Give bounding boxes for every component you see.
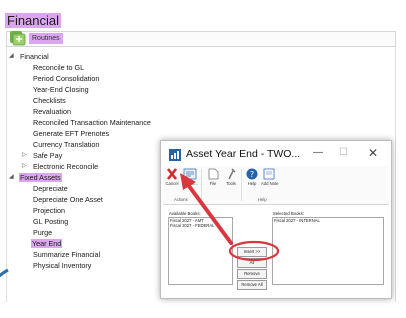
- dialog-titlebar[interactable]: Asset Year End - TWO... — ☐ ✕: [161, 141, 391, 166]
- tree-item-summarize-financial[interactable]: Summarize Financial: [33, 250, 100, 259]
- tree-item-year-end-closing[interactable]: Year-End Closing: [33, 85, 89, 94]
- file-menu-button[interactable]: File: [205, 168, 221, 186]
- selected-books-list[interactable]: Fiscal 2027 - INTERNAL: [272, 217, 384, 285]
- tree-item-purge[interactable]: Purge: [33, 228, 52, 237]
- tree-item-period-consolidation[interactable]: Period Consolidation: [33, 74, 99, 83]
- collapse-caret-icon[interactable]: ◢: [9, 173, 14, 182]
- close-button[interactable]: ✕: [368, 146, 378, 160]
- chart-app-icon: [169, 149, 181, 161]
- tree-item-electronic-reconcile[interactable]: Electronic Reconcile: [33, 162, 98, 171]
- insert-all-button[interactable]: All: [237, 258, 267, 268]
- tree-item-reconcile-to-gl[interactable]: Reconcile to GL: [33, 63, 84, 72]
- continue-label: Contin...: [182, 181, 198, 186]
- tools-menu-button[interactable]: Tools: [223, 168, 239, 186]
- ribbon-toolbar: Cancel Contin... File Tools ? Help Add N…: [163, 166, 389, 205]
- tree-item-checklists[interactable]: Checklists: [33, 96, 66, 105]
- dialog-title: Asset Year End - TWO...: [186, 148, 301, 160]
- tree-item-physical-inventory[interactable]: Physical Inventory: [33, 261, 91, 270]
- help-label: Help: [247, 181, 257, 186]
- help-question-icon: ?: [246, 168, 258, 180]
- tree-item-year-end[interactable]: Year End: [31, 239, 63, 248]
- continue-button[interactable]: Contin...: [182, 168, 198, 186]
- remove-button[interactable]: Remove: [237, 269, 267, 279]
- list-item[interactable]: Fiscal 2027 - FEDERAL: [169, 223, 232, 228]
- cancel-button[interactable]: Cancel: [164, 168, 180, 186]
- tree-item-gl-posting[interactable]: GL Posting: [33, 217, 68, 226]
- help-group-label: Help: [258, 197, 267, 202]
- tree-item-currency-translation[interactable]: Currency Translation: [33, 140, 99, 149]
- ribbon-divider: [201, 169, 202, 201]
- file-icon: [208, 168, 219, 180]
- selected-books-label: Selected Books:: [273, 211, 305, 216]
- available-books-label: Available Books:: [169, 211, 201, 216]
- continue-document-icon: [183, 168, 197, 180]
- routines-bar[interactable]: Routines: [6, 31, 396, 47]
- tree-item-depreciate-one-asset[interactable]: Depreciate One Asset: [33, 195, 103, 204]
- file-label: File: [209, 181, 217, 186]
- available-books-list[interactable]: Fiscal 2027 - AMT Fiscal 2027 - FEDERAL: [168, 217, 233, 285]
- insert-button[interactable]: Insert >>: [237, 247, 267, 257]
- tree-item-projection[interactable]: Projection: [33, 206, 65, 215]
- tree-item-generate-eft-prenotes[interactable]: Generate EFT Prenotes: [33, 129, 109, 138]
- expand-caret-icon[interactable]: ▷: [22, 151, 27, 160]
- minimize-button[interactable]: —: [313, 146, 323, 160]
- cancel-x-icon: [166, 168, 178, 180]
- collapse-caret-icon[interactable]: ◢: [9, 52, 14, 61]
- maximize-button[interactable]: ☐: [339, 146, 348, 160]
- tree-item-reconciled-transaction-maintenance[interactable]: Reconciled Transaction Maintenance: [33, 118, 151, 127]
- asset-year-end-dialog: Asset Year End - TWO... — ☐ ✕ Cancel Con…: [160, 140, 392, 299]
- tree-group-label: Fixed Assets: [19, 173, 62, 182]
- cancel-label: Cancel: [165, 181, 179, 186]
- tree-item-depreciate[interactable]: Depreciate: [33, 184, 68, 193]
- svg-text:?: ?: [250, 170, 254, 179]
- list-item[interactable]: Fiscal 2027 - INTERNAL: [273, 218, 383, 223]
- routines-label: Routines: [29, 33, 63, 44]
- tree-item-label: Year End: [31, 239, 63, 248]
- tools-label: Tools: [226, 181, 236, 186]
- help-menu-button[interactable]: ? Help: [244, 168, 260, 186]
- tools-wrench-icon: [228, 168, 236, 180]
- routines-icon: [10, 31, 26, 46]
- add-note-label: Add Note: [261, 181, 279, 186]
- add-note-button[interactable]: Add Note: [261, 168, 279, 186]
- tree-item-safe-pay[interactable]: Safe Pay: [33, 151, 62, 160]
- decorative-curve: [0, 268, 9, 278]
- tree-item-revaluation[interactable]: Revaluation: [33, 107, 71, 116]
- remove-all-button[interactable]: Remove All: [237, 280, 267, 290]
- page-title: Financial: [5, 13, 62, 28]
- note-icon: [263, 168, 275, 180]
- expand-caret-icon[interactable]: ▷: [22, 162, 27, 171]
- tree-group-fixed-assets[interactable]: Fixed Assets: [19, 173, 62, 182]
- actions-group-label: Actions: [174, 197, 188, 202]
- tree-group-financial[interactable]: Financial: [19, 52, 50, 61]
- ribbon-divider: [241, 169, 242, 201]
- tree-group-label: Financial: [20, 52, 49, 61]
